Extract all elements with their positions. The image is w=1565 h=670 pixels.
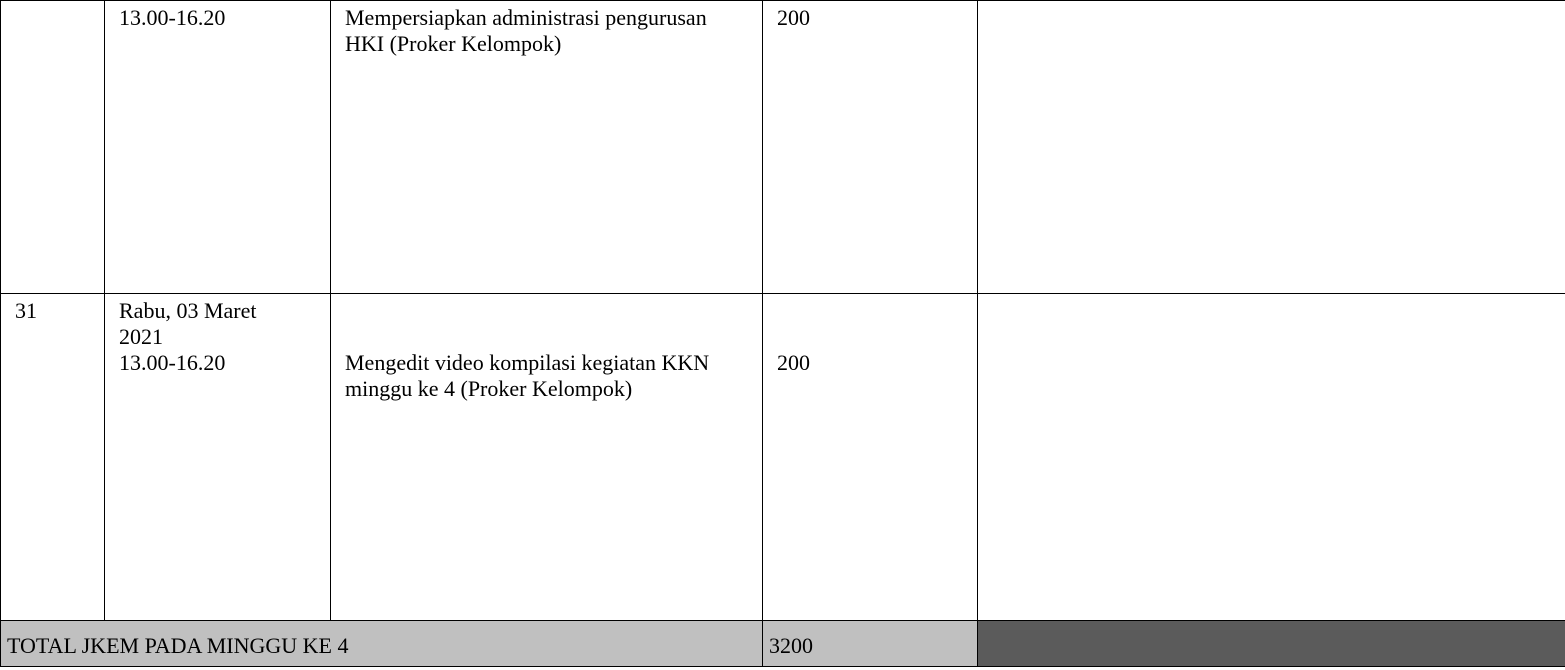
table-row: 31 Rabu, 03 Maret 2021 13.00-16.20 Menge…: [0, 293, 1565, 621]
evidence-cell: [977, 293, 1565, 621]
activity-text: Mengedit video kompilasi kegiatan KKN mi…: [345, 350, 710, 401]
activity-log-table: 13.00-16.20 Mempersiapkan administrasi p…: [0, 0, 1565, 667]
row-number-cell: [0, 0, 105, 294]
jkem-cell: 200: [762, 0, 978, 294]
activity-cell: Mempersiapkan administrasi pengurusan HK…: [330, 0, 763, 294]
time-text: 13.00-16.20: [119, 350, 226, 375]
evidence-cell: [977, 0, 1565, 294]
day-date-text: Rabu, 03 Maret: [119, 298, 257, 323]
total-value: 3200: [769, 633, 813, 658]
total-label-cell: TOTAL JKEM PADA MINGGU KE 4: [0, 620, 763, 667]
date-time-cell: 13.00-16.20: [104, 0, 331, 294]
date-time-cell: Rabu, 03 Maret 2021 13.00-16.20: [104, 293, 331, 621]
total-empty-cell: [977, 620, 1565, 667]
row-number-cell: 31: [0, 293, 105, 621]
year-text: 2021: [119, 324, 163, 349]
activity-cell: Mengedit video kompilasi kegiatan KKN mi…: [330, 293, 763, 621]
total-label: TOTAL JKEM PADA MINGGU KE 4: [7, 633, 349, 658]
time-text: 13.00-16.20: [119, 5, 226, 30]
table-row: 13.00-16.20 Mempersiapkan administrasi p…: [0, 0, 1565, 294]
total-row: TOTAL JKEM PADA MINGGU KE 4 3200: [0, 620, 1565, 667]
jkem-value: 200: [777, 350, 810, 375]
total-value-cell: 3200: [762, 620, 978, 667]
jkem-cell: 200: [762, 293, 978, 621]
